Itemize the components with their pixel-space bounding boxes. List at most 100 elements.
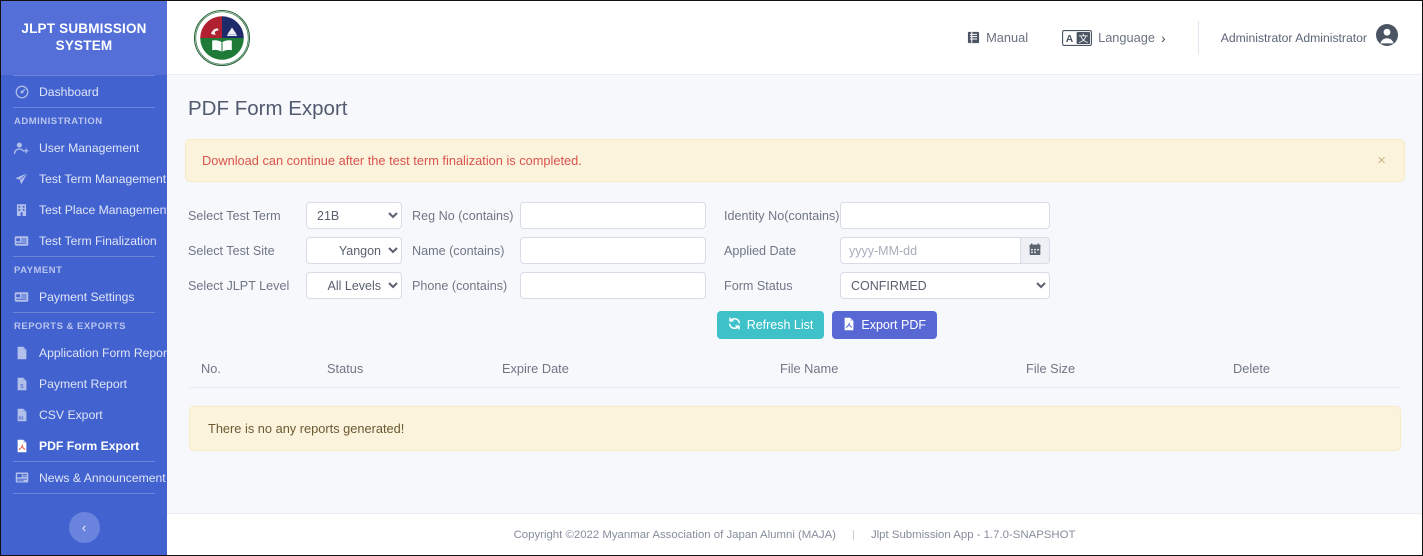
- main-pane: Manual A 文 Language › Administrator Admi…: [167, 1, 1422, 555]
- export-pdf-label: Export PDF: [861, 318, 926, 332]
- refresh-list-label: Refresh List: [746, 318, 814, 332]
- column-header-file-size: File Size: [1026, 361, 1076, 376]
- page-footer: Copyright ©2022 Myanmar Association of J…: [167, 513, 1422, 555]
- manual-link[interactable]: Manual: [961, 26, 1034, 49]
- application-window: JLPT SUBMISSION SYSTEM Dashboard ADMINIS…: [0, 0, 1423, 556]
- page-title: PDF Form Export: [188, 97, 348, 120]
- sidebar-item-dashboard[interactable]: Dashboard: [1, 76, 167, 107]
- column-header-status: Status: [327, 361, 364, 376]
- avatar: [1376, 24, 1398, 51]
- sidebar: JLPT SUBMISSION SYSTEM Dashboard ADMINIS…: [1, 1, 167, 555]
- file-csv-icon: [14, 407, 29, 422]
- sidebar-item-label: News & Announcement: [39, 470, 166, 485]
- alert-message: Download can continue after the test ter…: [202, 153, 582, 168]
- column-header-file-name: File Name: [780, 361, 839, 376]
- form-status-label: Form Status: [724, 278, 793, 293]
- sidebar-item-label: Payment Settings: [39, 289, 135, 304]
- language-selector[interactable]: A 文 Language ›: [1056, 26, 1172, 50]
- file-icon: [14, 345, 29, 360]
- filter-actions: Refresh List Export PDF: [185, 311, 1405, 339]
- card-icon: [14, 233, 29, 248]
- column-header-delete: Delete: [1233, 361, 1270, 376]
- test-term-select[interactable]: 21B: [306, 202, 402, 229]
- footer-separator: |: [851, 528, 855, 541]
- svg-text:文: 文: [1079, 31, 1089, 44]
- applied-date-group: [840, 237, 1050, 264]
- file-dollar-icon: $: [14, 376, 29, 391]
- sidebar-section-payment: PAYMENT: [14, 265, 63, 276]
- file-pdf-icon: [843, 317, 855, 334]
- user-menu[interactable]: Administrator Administrator: [1221, 24, 1404, 51]
- name-input[interactable]: [520, 237, 706, 264]
- sidebar-item-test-place-management[interactable]: Test Place Management: [1, 194, 167, 225]
- sidebar-item-label: Test Term Management: [39, 171, 167, 186]
- footer-copyright: Copyright ©2022 Myanmar Association of J…: [513, 528, 836, 541]
- sidebar-item-payment-settings[interactable]: Payment Settings: [1, 281, 167, 312]
- jlpt-level-select[interactable]: All Levels: [306, 272, 402, 299]
- chevron-right-icon: ›: [1161, 29, 1166, 46]
- sidebar-item-pdf-form-export[interactable]: PDF Form Export: [1, 430, 167, 461]
- calendar-button[interactable]: [1020, 237, 1050, 264]
- phone-label: Phone (contains): [412, 278, 508, 293]
- test-term-label: Select Test Term: [188, 208, 281, 223]
- sidebar-item-label: Test Place Management: [39, 202, 167, 217]
- maja-logo: [193, 9, 251, 67]
- sidebar-item-test-term-finalization[interactable]: Test Term Finalization: [1, 225, 167, 256]
- sidebar-item-test-term-management[interactable]: Test Term Management: [1, 163, 167, 194]
- footer-version: Jlpt Submission App - 1.7.0-SNAPSHOT: [870, 528, 1076, 541]
- sidebar-item-csv-export[interactable]: CSV Export: [1, 399, 167, 430]
- empty-state-message: There is no any reports generated!: [189, 406, 1401, 451]
- sidebar-item-application-form-report[interactable]: Application Form Report: [1, 337, 167, 368]
- export-pdf-button[interactable]: Export PDF: [832, 311, 937, 339]
- identity-no-input[interactable]: [840, 202, 1050, 229]
- sidebar-item-label: Application Form Report: [39, 345, 167, 360]
- reports-table-header: No. Status Expire Date File Name File Si…: [189, 351, 1401, 388]
- topbar: Manual A 文 Language › Administrator Admi…: [167, 1, 1422, 75]
- sidebar-item-payment-report[interactable]: $ Payment Report: [1, 368, 167, 399]
- test-site-label: Select Test Site: [188, 243, 275, 258]
- sidebar-brand: JLPT SUBMISSION SYSTEM: [1, 1, 167, 75]
- sidebar-item-label: Test Term Finalization: [39, 233, 157, 248]
- sidebar-brand-text: JLPT SUBMISSION SYSTEM: [21, 21, 147, 53]
- svg-text:A: A: [1066, 33, 1074, 44]
- building-icon: [14, 202, 29, 217]
- paper-plane-icon: [14, 171, 29, 186]
- page-content: PDF Form Export Download can continue af…: [167, 75, 1422, 513]
- reg-no-input[interactable]: [520, 202, 706, 229]
- book-icon: [967, 31, 980, 44]
- column-header-expire-date: Expire Date: [502, 361, 569, 376]
- sidebar-item-label: User Management: [39, 140, 140, 155]
- filter-form: Select Test Term 21B Reg No (contains) I…: [188, 198, 1405, 303]
- form-status-select[interactable]: CONFIRMED: [840, 272, 1050, 299]
- dashboard-icon: [14, 84, 29, 99]
- column-header-no: No.: [201, 361, 221, 376]
- file-pdf-icon: [14, 438, 29, 453]
- topbar-separator: [1197, 20, 1199, 55]
- phone-input[interactable]: [520, 272, 706, 299]
- test-site-select[interactable]: Yangon: [306, 237, 402, 264]
- sidebar-item-label: PDF Form Export: [39, 438, 140, 453]
- sidebar-section-reports-exports: REPORTS & EXPORTS: [14, 321, 126, 332]
- applied-date-label: Applied Date: [724, 243, 797, 258]
- jlpt-level-label: Select JLPT Level: [188, 278, 290, 293]
- translate-icon: A 文: [1062, 29, 1093, 46]
- user-name-label: Administrator Administrator: [1220, 30, 1367, 45]
- sidebar-section-administration: ADMINISTRATION: [14, 116, 103, 127]
- manual-label: Manual: [986, 30, 1029, 45]
- reg-no-label: Reg No (contains): [412, 208, 514, 223]
- refresh-list-button[interactable]: Refresh List: [716, 311, 825, 339]
- alert-close-button[interactable]: ×: [1375, 153, 1388, 168]
- sidebar-item-user-management[interactable]: User Management: [1, 132, 167, 163]
- news-icon: [14, 470, 29, 485]
- sidebar-collapse-wrap: ‹: [1, 494, 167, 555]
- applied-date-input[interactable]: [840, 237, 1020, 264]
- sidebar-nav: Dashboard ADMINISTRATION User Management…: [1, 76, 167, 555]
- sidebar-collapse-button[interactable]: ‹: [68, 511, 100, 543]
- sidebar-item-news-announcement[interactable]: News & Announcement: [1, 462, 167, 493]
- sidebar-item-label: CSV Export: [39, 407, 103, 422]
- warning-alert: Download can continue after the test ter…: [185, 139, 1405, 182]
- user-plus-icon: [14, 140, 29, 155]
- identity-no-label: Identity No(contains): [724, 208, 840, 223]
- sidebar-item-label: Dashboard: [39, 84, 99, 99]
- language-label: Language: [1098, 30, 1156, 45]
